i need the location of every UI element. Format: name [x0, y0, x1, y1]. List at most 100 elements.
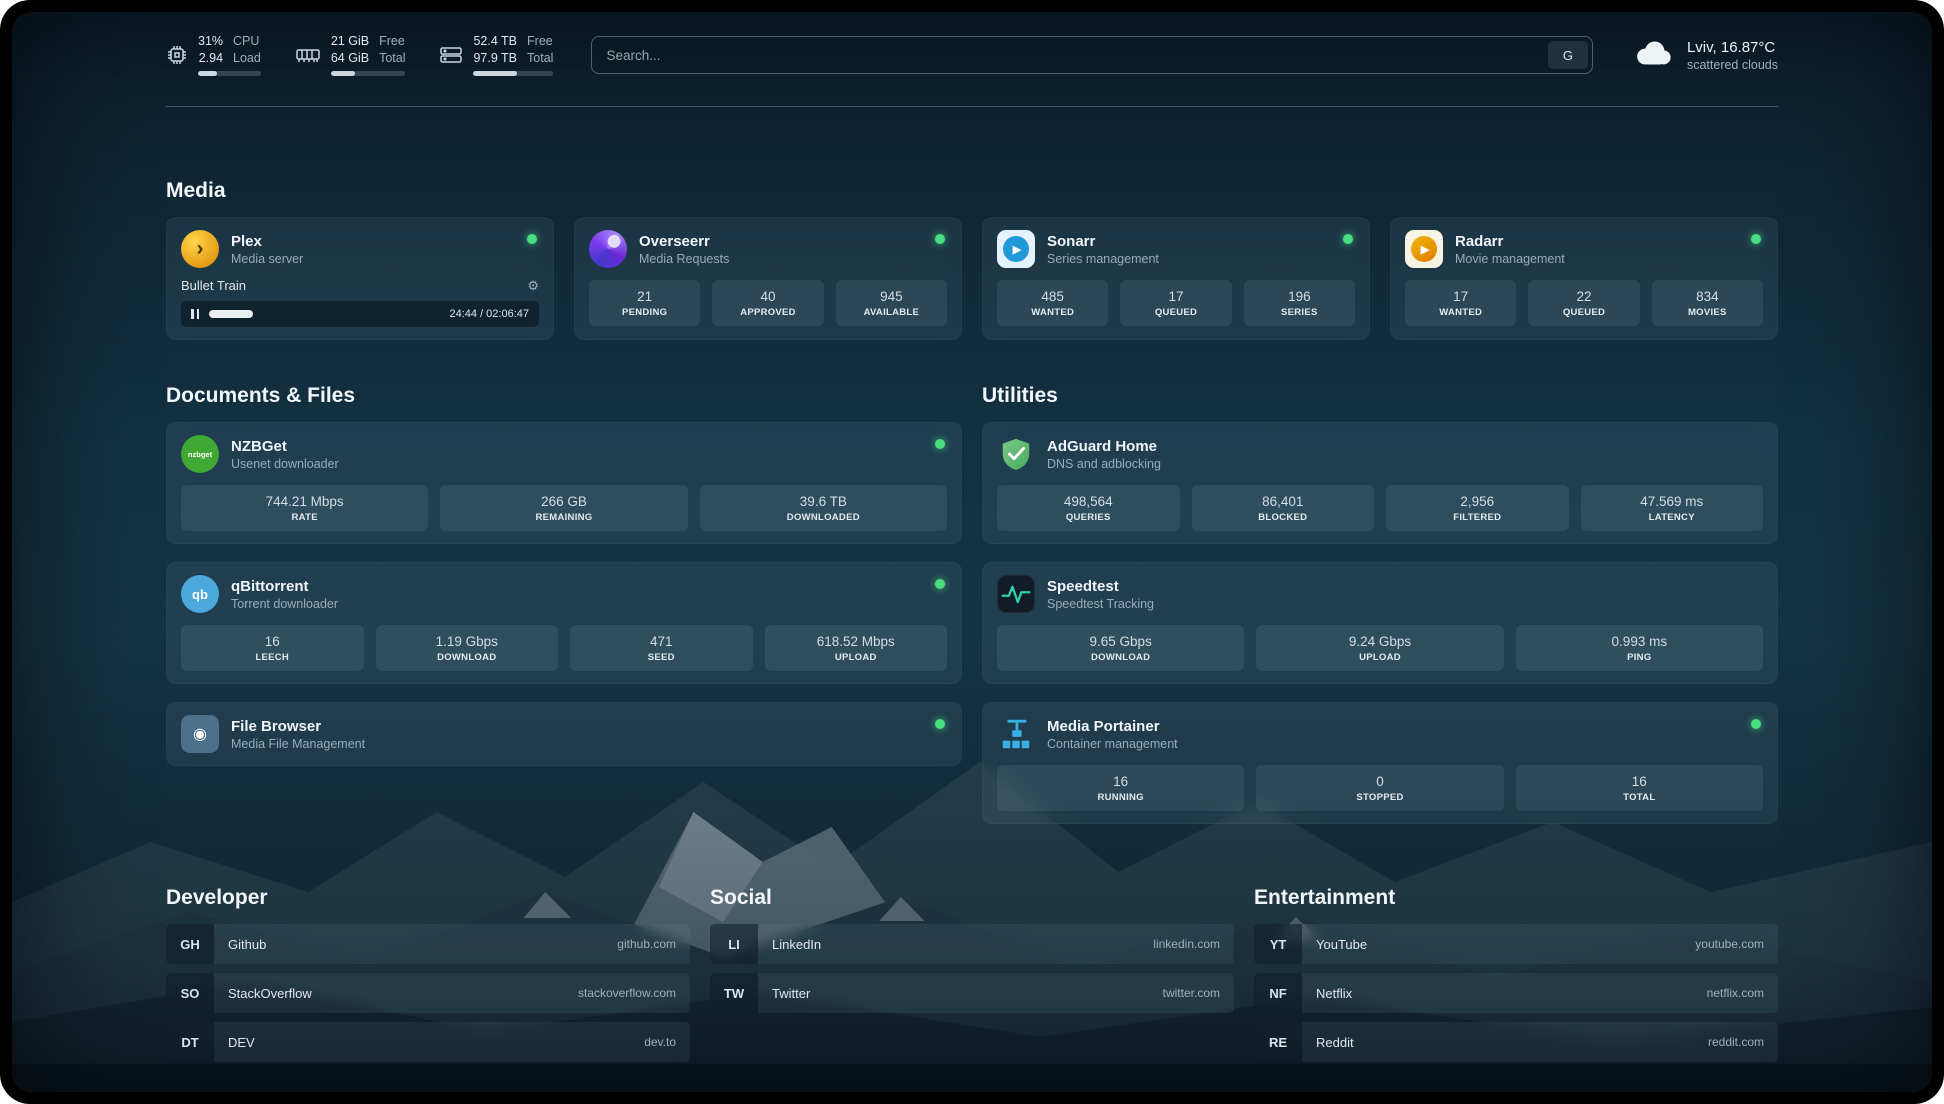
service-card-overseerr[interactable]: Overseerr Media Requests 21 PENDING 40 A…	[574, 217, 962, 340]
service-card-nzbget[interactable]: nzbget NZBGet Usenet downloader 744.21 M…	[166, 422, 962, 544]
disk-total-value: 97.9 TB	[473, 51, 517, 67]
stat-leech: 16 LEECH	[181, 625, 364, 671]
memory-free-label: Free	[379, 34, 405, 50]
service-description: DNS and adblocking	[1047, 457, 1161, 471]
disk-icon	[439, 45, 463, 65]
bookmark-dev[interactable]: DT DEV dev.to	[166, 1022, 690, 1062]
service-description: Media File Management	[231, 737, 365, 751]
gear-icon[interactable]: ⚙	[527, 279, 539, 292]
bookmarks-area: Developer GH Github github.com SO StackO…	[166, 886, 1778, 1062]
disk-free-label: Free	[527, 34, 553, 50]
section-title-social: Social	[710, 886, 1234, 910]
stat-queries: 498,564 QUERIES	[997, 485, 1180, 531]
memory-progress-bar	[331, 71, 406, 76]
service-name: Overseerr	[639, 233, 729, 250]
stat-download: 9.65 Gbps DOWNLOAD	[997, 625, 1244, 671]
service-name: AdGuard Home	[1047, 438, 1161, 455]
cpu-progress-bar	[198, 71, 261, 76]
service-name: Speedtest	[1047, 578, 1154, 595]
stat-wanted: 485 WANTED	[997, 280, 1108, 326]
cpu-icon	[166, 44, 188, 66]
stat-remaining: 266 GB REMAINING	[440, 485, 687, 531]
speedtest-icon	[997, 575, 1035, 613]
weather-location: Lviv, 16.87°C	[1687, 39, 1778, 56]
service-name: Media Portainer	[1047, 718, 1178, 735]
bookmark-group-social: Social LI LinkedIn linkedin.com TW Twitt…	[710, 886, 1234, 1013]
bookmark-reddit[interactable]: RE Reddit reddit.com	[1254, 1022, 1778, 1062]
bookmark-linkedin[interactable]: LI LinkedIn linkedin.com	[710, 924, 1234, 964]
bookmark-group-developer: Developer GH Github github.com SO StackO…	[166, 886, 690, 1062]
stat-download: 1.19 Gbps DOWNLOAD	[376, 625, 559, 671]
search-provider-button[interactable]: G	[1548, 41, 1588, 69]
portainer-icon	[997, 715, 1035, 753]
service-card-qbittorrent[interactable]: qb qBittorrent Torrent downloader 16 LEE…	[166, 562, 962, 684]
stat-total: 16 TOTAL	[1516, 765, 1763, 811]
resource-widget-disk: 52.4 TB Free 97.9 TB Total	[439, 34, 553, 76]
stat-running: 16 RUNNING	[997, 765, 1244, 811]
service-name: Sonarr	[1047, 233, 1159, 250]
dashboard-window: 31% CPU 2.94 Load	[0, 0, 1944, 1104]
stat-ping: 0.993 ms PING	[1516, 625, 1763, 671]
bookmark-github[interactable]: GH Github github.com	[166, 924, 690, 964]
stat-queued: 17 QUEUED	[1120, 280, 1231, 326]
bookmark-netflix[interactable]: NF Netflix netflix.com	[1254, 973, 1778, 1013]
disk-progress-fill	[473, 71, 516, 76]
memory-free-value: 21 GiB	[331, 34, 369, 50]
stat-blocked: 86,401 BLOCKED	[1192, 485, 1375, 531]
service-description: Speedtest Tracking	[1047, 597, 1154, 611]
pause-icon[interactable]	[191, 309, 199, 319]
documents-column: Documents & Files nzbget NZBGet Usenet d…	[166, 384, 962, 766]
two-column-area: Documents & Files nzbget NZBGet Usenet d…	[166, 384, 1778, 824]
service-card-plex[interactable]: › Plex Media server Bullet Train ⚙ 24:44…	[166, 217, 554, 340]
service-name: Plex	[231, 233, 303, 250]
memory-progress-fill	[331, 71, 356, 76]
resource-widget-cpu: 31% CPU 2.94 Load	[166, 34, 261, 76]
bookmark-twitter[interactable]: TW Twitter twitter.com	[710, 973, 1234, 1013]
service-card-sonarr[interactable]: ▶ Sonarr Series management 485 WANTED 17…	[982, 217, 1370, 340]
stat-rate: 744.21 Mbps RATE	[181, 485, 428, 531]
stat-series: 196 SERIES	[1244, 280, 1355, 326]
stat-queued: 22 QUEUED	[1528, 280, 1639, 326]
adguard-icon	[997, 435, 1035, 473]
disk-progress-bar	[473, 71, 553, 76]
plex-icon: ›	[181, 230, 219, 268]
section-title-documents: Documents & Files	[166, 384, 962, 408]
weather-condition: scattered clouds	[1687, 58, 1778, 72]
filebrowser-icon: ◉	[181, 715, 219, 753]
stat-stopped: 0 STOPPED	[1256, 765, 1503, 811]
cpu-load-value: 2.94	[198, 51, 223, 67]
service-description: Series management	[1047, 252, 1159, 266]
sonarr-icon: ▶	[997, 230, 1035, 268]
service-card-radarr[interactable]: ▶ Radarr Movie management 17 WANTED 22 Q…	[1390, 217, 1778, 340]
service-name: Radarr	[1455, 233, 1565, 250]
resource-widget-memory: 21 GiB Free 64 GiB Total	[295, 34, 406, 76]
bookmark-stackoverflow[interactable]: SO StackOverflow stackoverflow.com	[166, 973, 690, 1013]
section-title-media: Media	[166, 179, 1778, 203]
radarr-icon: ▶	[1405, 230, 1443, 268]
disk-free-value: 52.4 TB	[473, 34, 517, 50]
utilities-column: Utilities	[982, 384, 1778, 824]
playback-time: 24:44 / 02:06:47	[449, 308, 529, 320]
service-description: Torrent downloader	[231, 597, 338, 611]
cpu-usage-label: CPU	[233, 34, 261, 50]
resource-widgets: 31% CPU 2.94 Load	[166, 34, 553, 76]
bookmark-youtube[interactable]: YT YouTube youtube.com	[1254, 924, 1778, 964]
stat-downloaded: 39.6 TB DOWNLOADED	[700, 485, 947, 531]
weather-widget[interactable]: Lviv, 16.87°C scattered clouds	[1631, 38, 1778, 73]
service-card-adguard[interactable]: AdGuard Home DNS and adblocking 498,564 …	[982, 422, 1778, 544]
stat-approved: 40 APPROVED	[712, 280, 823, 326]
stat-movies: 834 MOVIES	[1652, 280, 1763, 326]
stat-pending: 21 PENDING	[589, 280, 700, 326]
search-input[interactable]	[591, 36, 1593, 74]
section-title-developer: Developer	[166, 886, 690, 910]
service-card-filebrowser[interactable]: ◉ File Browser Media File Management	[166, 702, 962, 766]
nzbget-icon: nzbget	[181, 435, 219, 473]
cloud-icon	[1631, 38, 1675, 73]
service-description: Movie management	[1455, 252, 1565, 266]
section-title-entertainment: Entertainment	[1254, 886, 1778, 910]
now-playing-title: Bullet Train	[181, 278, 246, 293]
service-name: NZBGet	[231, 438, 339, 455]
media-card-grid: › Plex Media server Bullet Train ⚙ 24:44…	[166, 217, 1778, 340]
service-card-speedtest[interactable]: Speedtest Speedtest Tracking 9.65 Gbps D…	[982, 562, 1778, 684]
service-card-portainer[interactable]: Media Portainer Container management 16 …	[982, 702, 1778, 824]
